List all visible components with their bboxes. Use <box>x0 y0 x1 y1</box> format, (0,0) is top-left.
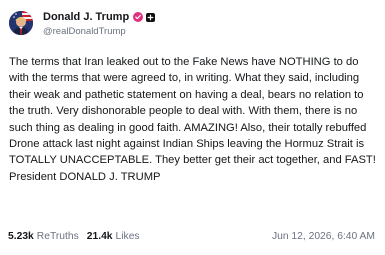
post-timestamp[interactable]: Jun 12, 2026, 6:40 AM <box>272 231 375 242</box>
likes-stat[interactable]: 21.4k Likes <box>87 231 140 242</box>
avatar[interactable] <box>9 11 33 35</box>
author-handle[interactable]: @realDonaldTrump <box>43 26 155 37</box>
post-card: Donald J. Trump @realDonaldTrump The ter… <box>0 0 385 255</box>
retruths-label: ReTruths <box>36 230 79 242</box>
likes-label: Likes <box>115 230 140 242</box>
name-row: Donald J. Trump <box>43 10 156 25</box>
post-body-text: The terms that Iran leaked out to the Fa… <box>9 56 376 183</box>
retruths-stat[interactable]: 5.23k ReTruths <box>8 231 79 242</box>
avatar-image <box>9 11 33 35</box>
likes-count: 21.4k <box>86 230 113 242</box>
retruths-count: 5.23k <box>8 230 34 242</box>
author-identity: Donald J. Trump @realDonaldTrump <box>43 10 156 37</box>
square-affiliation-icon <box>146 12 156 22</box>
post-header: Donald J. Trump @realDonaldTrump <box>8 8 377 38</box>
verified-badge-icon <box>133 12 144 22</box>
author-display-name[interactable]: Donald J. Trump <box>43 11 129 23</box>
post-footer: 5.23k ReTruths 21.4k Likes Jun 12, 2026,… <box>8 228 375 244</box>
